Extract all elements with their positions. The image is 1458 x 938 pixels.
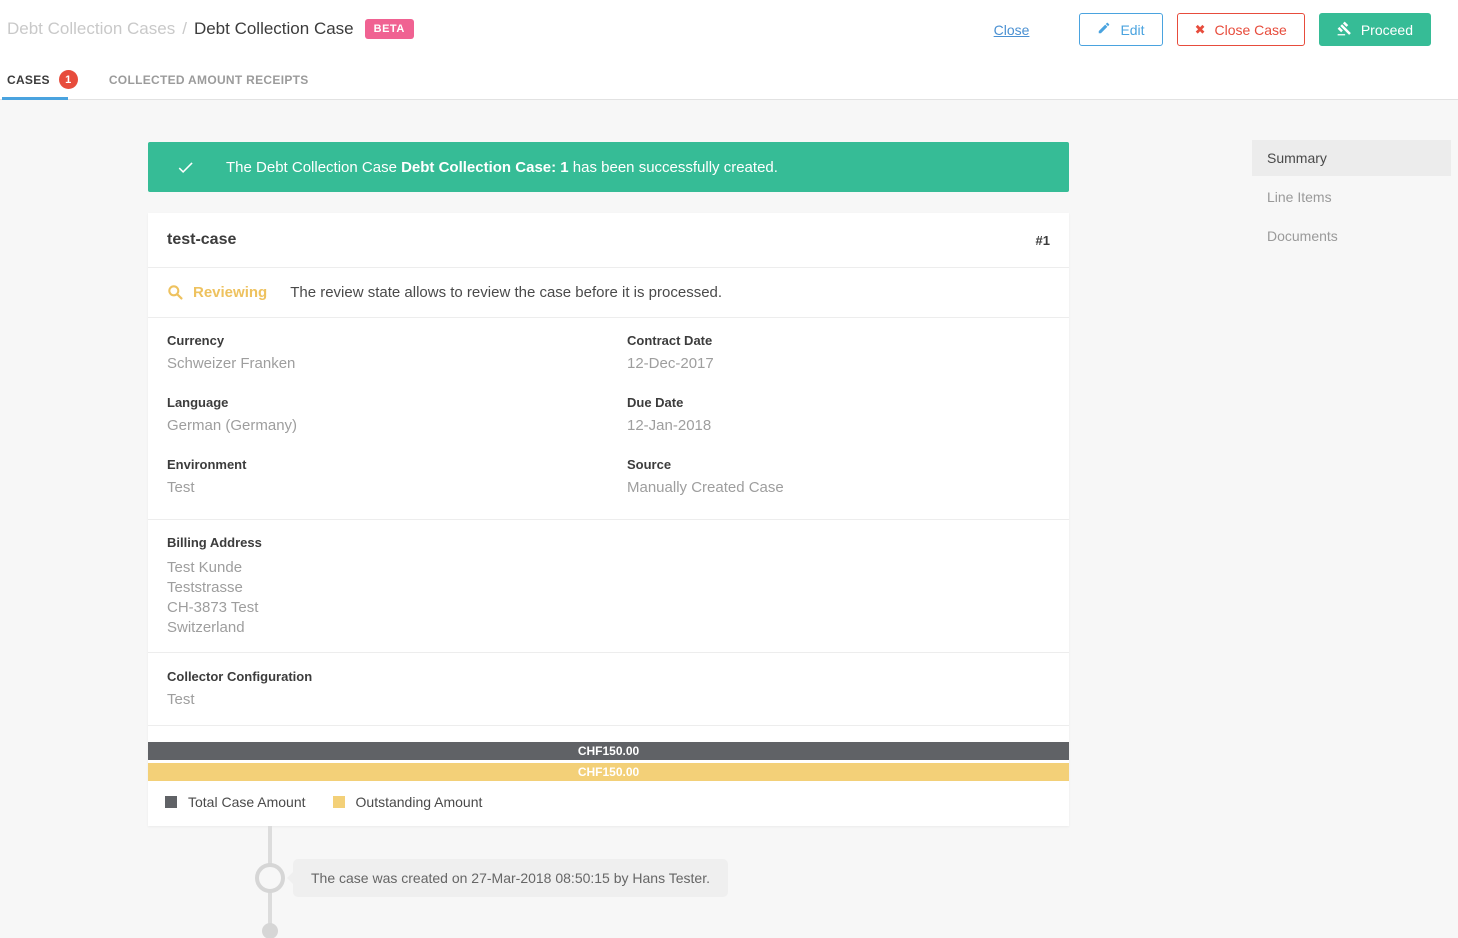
tab-bar: CASES 1 COLLECTED AMOUNT RECEIPTS [0,60,1458,100]
nav-item-line-items[interactable]: Line Items [1252,179,1451,215]
beta-badge: BETA [365,19,414,39]
legend-label-total: Total Case Amount [188,794,306,810]
breadcrumb-separator: / [182,19,187,39]
nav-item-label: Summary [1267,150,1327,166]
breadcrumb: Debt Collection Cases / Debt Collection … [7,19,414,39]
billing-line: Test Kunde [167,558,1050,578]
legend-swatch-outstanding [333,796,345,808]
proceed-button-label: Proceed [1361,22,1413,38]
legend-label-outstanding: Outstanding Amount [356,794,483,810]
collector-configuration-value: Test [167,691,1050,708]
nav-item-label: Documents [1267,228,1338,244]
status-description: The review state allows to review the ca… [290,284,722,301]
section-nav: Summary Line Items Documents [1252,140,1451,257]
field-label: Contract Date [627,333,1050,348]
collector-configuration-section: Collector Configuration Test [148,653,1069,726]
field-value: Test [167,479,627,496]
collector-configuration-label: Collector Configuration [167,669,1050,684]
nav-item-summary[interactable]: Summary [1252,140,1451,176]
field-due-date: Due Date 12-Jan-2018 [627,395,1050,434]
fields-left-column: Currency Schweizer Franken Language Germ… [167,333,627,519]
case-fields-section: Currency Schweizer Franken Language Germ… [148,318,1069,520]
billing-address-label: Billing Address [167,535,1050,550]
field-label: Due Date [627,395,1050,410]
success-banner-text: The Debt Collection Case Debt Collection… [226,159,778,176]
close-link[interactable]: Close [994,22,1030,38]
main-column: The Debt Collection Case Debt Collection… [148,142,1069,938]
case-status-row: Reviewing The review state allows to rev… [148,268,1069,318]
header-actions: Close Edit ✖ Close Case Proceed [994,13,1431,46]
field-value: 12-Jan-2018 [627,417,1050,434]
fields-right-column: Contract Date 12-Dec-2017 Due Date 12-Ja… [627,333,1050,519]
field-environment: Environment Test [167,457,627,496]
timeline-event-marker [255,863,285,893]
tab-cases-label: CASES [7,73,50,87]
outstanding-amount-bar: CHF150.00 [148,763,1069,781]
check-icon [176,158,195,177]
amount-bar-chart: CHF150.00 CHF150.00 [148,742,1069,781]
nav-item-documents[interactable]: Documents [1252,218,1451,254]
timeline-end-dot [262,923,278,938]
timeline-event-bubble: The case was created on 27-Mar-2018 08:5… [293,859,728,897]
tab-collected-amount-receipts[interactable]: COLLECTED AMOUNT RECEIPTS [109,73,309,87]
case-card-header: test-case #1 [148,213,1069,268]
billing-line: CH-3873 Test [167,598,1050,618]
banner-text-bold: Debt Collection Case: 1 [401,159,569,176]
x-icon: ✖ [1195,23,1206,36]
tab-receipts-label: COLLECTED AMOUNT RECEIPTS [109,73,309,87]
edit-button[interactable]: Edit [1079,13,1162,46]
proceed-button[interactable]: Proceed [1319,13,1431,46]
case-number: #1 [1036,233,1050,248]
field-value: Schweizer Franken [167,355,627,372]
chart-legend: Total Case Amount Outstanding Amount [148,781,1069,826]
field-value: Manually Created Case [627,479,1050,496]
cases-count-badge: 1 [59,70,78,89]
tab-cases[interactable]: CASES 1 [7,70,78,89]
field-label: Environment [167,457,627,472]
field-language: Language German (Germany) [167,395,627,434]
legend-swatch-total [165,796,177,808]
field-value: German (Germany) [167,417,627,434]
banner-text-prefix: The Debt Collection Case [226,159,401,176]
field-label: Language [167,395,627,410]
pencil-icon [1097,21,1111,38]
field-label: Source [627,457,1050,472]
billing-address-section: Billing Address Test Kunde Teststrasse C… [148,520,1069,653]
case-card: test-case #1 Reviewing The review state … [148,213,1069,826]
nav-item-label: Line Items [1267,189,1332,205]
legend-item-total: Total Case Amount [165,794,306,810]
case-title: test-case [167,231,236,249]
success-banner: The Debt Collection Case Debt Collection… [148,142,1069,192]
field-contract-date: Contract Date 12-Dec-2017 [627,333,1050,372]
search-icon [167,284,184,301]
billing-address-lines: Test Kunde Teststrasse CH-3873 Test Swit… [167,558,1050,638]
billing-line: Teststrasse [167,578,1050,598]
edit-button-label: Edit [1120,22,1144,38]
legend-item-outstanding: Outstanding Amount [333,794,483,810]
billing-line: Switzerland [167,618,1050,638]
case-history-timeline: The case was created on 27-Mar-2018 08:5… [148,826,1069,938]
status-badge: Reviewing [193,284,267,301]
field-label: Currency [167,333,627,348]
field-value: 12-Dec-2017 [627,355,1050,372]
top-header: Debt Collection Cases / Debt Collection … [0,0,1458,60]
close-case-button[interactable]: ✖ Close Case [1177,13,1305,46]
content-area: The Debt Collection Case Debt Collection… [0,100,1458,938]
timeline-event-text: The case was created on 27-Mar-2018 08:5… [311,870,710,886]
gavel-icon [1337,21,1352,39]
breadcrumb-parent-link[interactable]: Debt Collection Cases [7,19,175,39]
field-source: Source Manually Created Case [627,457,1050,496]
field-currency: Currency Schweizer Franken [167,333,627,372]
close-case-button-label: Close Case [1214,22,1286,38]
total-case-amount-bar: CHF150.00 [148,742,1069,760]
page-title: Debt Collection Case [194,19,354,39]
banner-text-suffix: has been successfully created. [569,159,778,176]
